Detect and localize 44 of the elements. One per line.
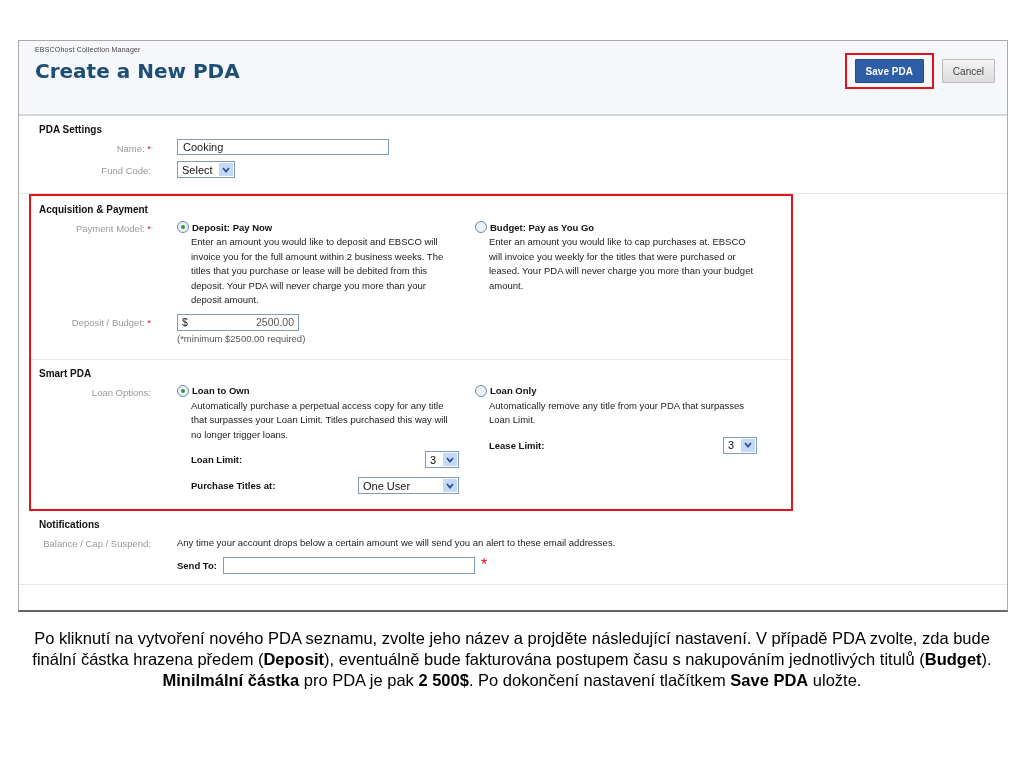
cancel-button[interactable]: Cancel (941, 59, 995, 83)
name-field[interactable]: Cooking (177, 139, 389, 155)
field-label: Payment Model: * (75, 222, 151, 236)
control-label: Lease Limit: (489, 439, 545, 451)
field-label: Name: * (115, 142, 151, 156)
caret-icon (744, 442, 752, 448)
field-label: Loan Options: (90, 385, 151, 400)
amount-field[interactable]: $ 2500.00 (177, 313, 299, 331)
radio-button[interactable] (177, 384, 189, 397)
field-label: Send To: (177, 559, 217, 571)
caret-icon (446, 482, 454, 489)
option-title: Loan to Own (192, 385, 250, 396)
field-label: Balance / Cap / Suspend: (42, 537, 151, 551)
option-title: Budget: Pay as You Go (490, 221, 595, 233)
dropdown[interactable]: One User (358, 477, 459, 494)
hint-text: (*minimum $2500.00 required) (177, 332, 306, 344)
email-field[interactable] (222, 556, 475, 574)
control-label: Purchase Titles at: (191, 480, 276, 491)
radio-button[interactable] (177, 221, 189, 233)
option-description: Enter an amount you would like to deposit and EBSCO will invoice you for the full amount within 2 business weeks. The titles that you purchase or lease will be debited from this deposit. Your PDA will never charge you more than your deposit amount. (191, 235, 445, 307)
page-title: Create a New PDA (35, 59, 240, 83)
radio-button[interactable] (475, 384, 487, 397)
dropdown[interactable]: Select (177, 161, 235, 178)
option-description: Automatically purchase a perpetual access copy for any title that surpasses your Loan Limit. Titles purchased this way will no longer trigger loans. (191, 398, 449, 442)
caret-icon (446, 456, 454, 463)
section-title: Acquisition & Payment (39, 204, 149, 215)
info-text: Any time your account drops below a certain amount we will send you an alert to these email addresses. (177, 536, 616, 548)
option-description: Enter an amount you would like to cap purchases at. EBSCO will invoice you weekly for the titles that were purchased or leased. Your PDA will never charge you more than your budget amount. (489, 235, 755, 293)
save-button[interactable]: Save PDA (854, 59, 924, 83)
caret-icon (221, 166, 230, 173)
field-label: Fund Code: (100, 164, 151, 178)
section-title: PDA Settings (39, 124, 103, 135)
section-title: Notifications (39, 519, 101, 530)
option-title: Deposit: Pay Now (192, 221, 273, 233)
option-title: Loan Only (490, 385, 537, 396)
radio-button[interactable] (475, 221, 487, 233)
required-mark: * (480, 556, 488, 574)
option-description: Automatically remove any title from your PDA that surpasses Loan Limit. (489, 398, 746, 427)
dropdown[interactable]: 3 (425, 451, 459, 468)
section-title: Smart PDA (39, 367, 93, 379)
control-label: Loan Limit: (191, 454, 243, 465)
dropdown[interactable]: 3 (723, 436, 757, 454)
field-label: Deposit / Budget: * (70, 315, 151, 330)
caption-text: Po kliknutí na vytvoření nového PDA seznamu, zvolte jeho název a projděte následující nastavení. V případě PDA zvolte, zda bude finální částka hrazena předem (Deposit), eventuálně bude fakturována postupem času s nakupováním jednotlivých titulů (Budget). Minilmální částka pro PDA je pak 2 500$. Po dokončení nastavení tlačítkem Save PDA uložte. (31, 628, 993, 691)
